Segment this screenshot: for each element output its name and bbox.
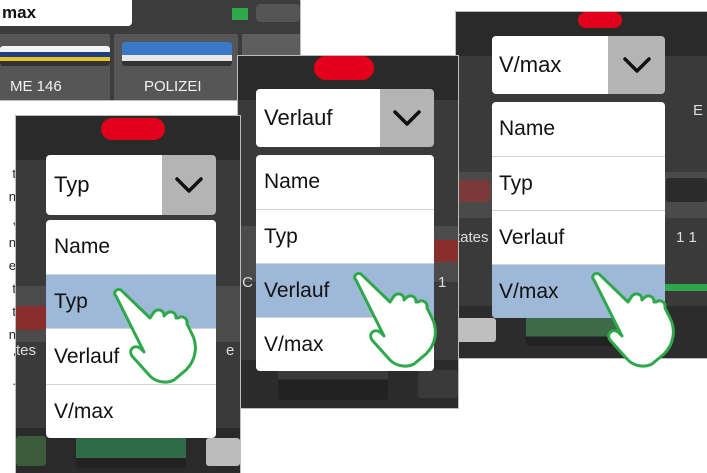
left-edge-line: n bbox=[8, 189, 16, 204]
search-field[interactable]: max bbox=[0, 0, 132, 26]
red-indicator bbox=[578, 12, 622, 28]
menu-item-label: Typ bbox=[54, 289, 88, 313]
left-edge-line: e bbox=[8, 258, 16, 273]
sort-select-value: V/max bbox=[499, 52, 562, 77]
red-indicator bbox=[314, 56, 374, 80]
peek-text-right: 1 1 bbox=[676, 229, 697, 246]
locomotive-image bbox=[0, 46, 110, 66]
left-edge-line: t bbox=[12, 304, 16, 319]
pointing-hand-icon bbox=[113, 288, 197, 384]
menu-item-label: Name bbox=[264, 170, 321, 193]
menu-item-label: Name bbox=[499, 117, 556, 140]
menu-item-verlauf[interactable]: Verlauf bbox=[492, 210, 665, 264]
left-edge-line: n bbox=[8, 235, 16, 250]
locomotive-image bbox=[206, 438, 240, 466]
menu-item-label: Typ bbox=[264, 224, 298, 248]
search-field-text: max bbox=[2, 3, 37, 22]
menu-item-label: V/max bbox=[264, 332, 324, 356]
menu-item-typ[interactable]: Typ bbox=[256, 209, 434, 263]
menu-item-typ[interactable]: Typ bbox=[492, 156, 665, 210]
locomotive-image bbox=[122, 42, 232, 66]
left-edge-line: t bbox=[12, 281, 16, 296]
menu-item-name[interactable]: Name bbox=[492, 102, 665, 156]
peek-text-left: tates bbox=[456, 229, 489, 246]
locomotive-image bbox=[278, 366, 388, 400]
dropdown-toggle[interactable] bbox=[380, 89, 434, 147]
peek-text-left: tes bbox=[16, 342, 37, 359]
peek-text-top: E bbox=[693, 102, 704, 119]
sort-select-box[interactable]: Typ bbox=[46, 155, 162, 215]
menu-item-label: Name bbox=[54, 235, 111, 258]
loco-tile-label: ME 146 bbox=[10, 78, 62, 95]
sort-select-box[interactable]: V/max bbox=[492, 36, 608, 94]
peek-text-left: IC bbox=[238, 274, 253, 291]
menu-item-label: Typ bbox=[499, 171, 533, 195]
dropdown-toggle[interactable] bbox=[608, 36, 665, 94]
red-indicator bbox=[101, 118, 165, 140]
scroll-back-button[interactable] bbox=[256, 4, 300, 22]
menu-item-name[interactable]: Name bbox=[46, 220, 216, 274]
menu-item-label: Verlauf bbox=[264, 278, 330, 302]
left-edge-line: , bbox=[12, 212, 16, 227]
chevron-down-icon bbox=[175, 177, 203, 193]
locomotive-image bbox=[456, 180, 490, 202]
menu-item-label: Verlauf bbox=[499, 225, 565, 249]
locomotive-image bbox=[16, 436, 46, 466]
dropdown-toggle[interactable] bbox=[162, 155, 216, 215]
menu-item-name[interactable]: Name bbox=[256, 155, 434, 209]
loco-tile-label: POLIZEI bbox=[144, 78, 202, 95]
sort-select-value: Typ bbox=[54, 172, 90, 197]
menu-item-label: V/max bbox=[499, 279, 559, 303]
locomotive-image bbox=[418, 370, 458, 398]
sort-select-value: Verlauf bbox=[264, 105, 333, 130]
menu-item-label: V/max bbox=[54, 399, 114, 423]
sort-select-box[interactable]: Verlauf bbox=[256, 89, 380, 147]
scroll-indicator bbox=[232, 8, 248, 20]
left-edge-text: t n , n e t t n ' . bbox=[0, 162, 16, 392]
chevron-down-icon bbox=[622, 57, 651, 73]
left-edge-line: n bbox=[8, 327, 16, 342]
peek-text-right: e bbox=[226, 342, 235, 359]
pointing-hand-icon bbox=[353, 272, 437, 368]
loco-tile[interactable]: ME 146 bbox=[0, 34, 110, 100]
left-edge-line: ' bbox=[13, 350, 16, 365]
locomotive-image bbox=[666, 178, 707, 202]
left-edge-line: t bbox=[12, 166, 16, 181]
locomotive-image bbox=[76, 434, 186, 468]
locomotive-image bbox=[16, 306, 46, 330]
left-edge-line: . bbox=[12, 373, 16, 388]
loco-tile[interactable]: POLIZEI bbox=[114, 34, 238, 100]
locomotive-image bbox=[456, 318, 496, 342]
chevron-down-icon bbox=[393, 110, 421, 126]
pointing-hand-icon bbox=[591, 272, 675, 368]
menu-item-vmax[interactable]: V/max bbox=[46, 384, 216, 438]
